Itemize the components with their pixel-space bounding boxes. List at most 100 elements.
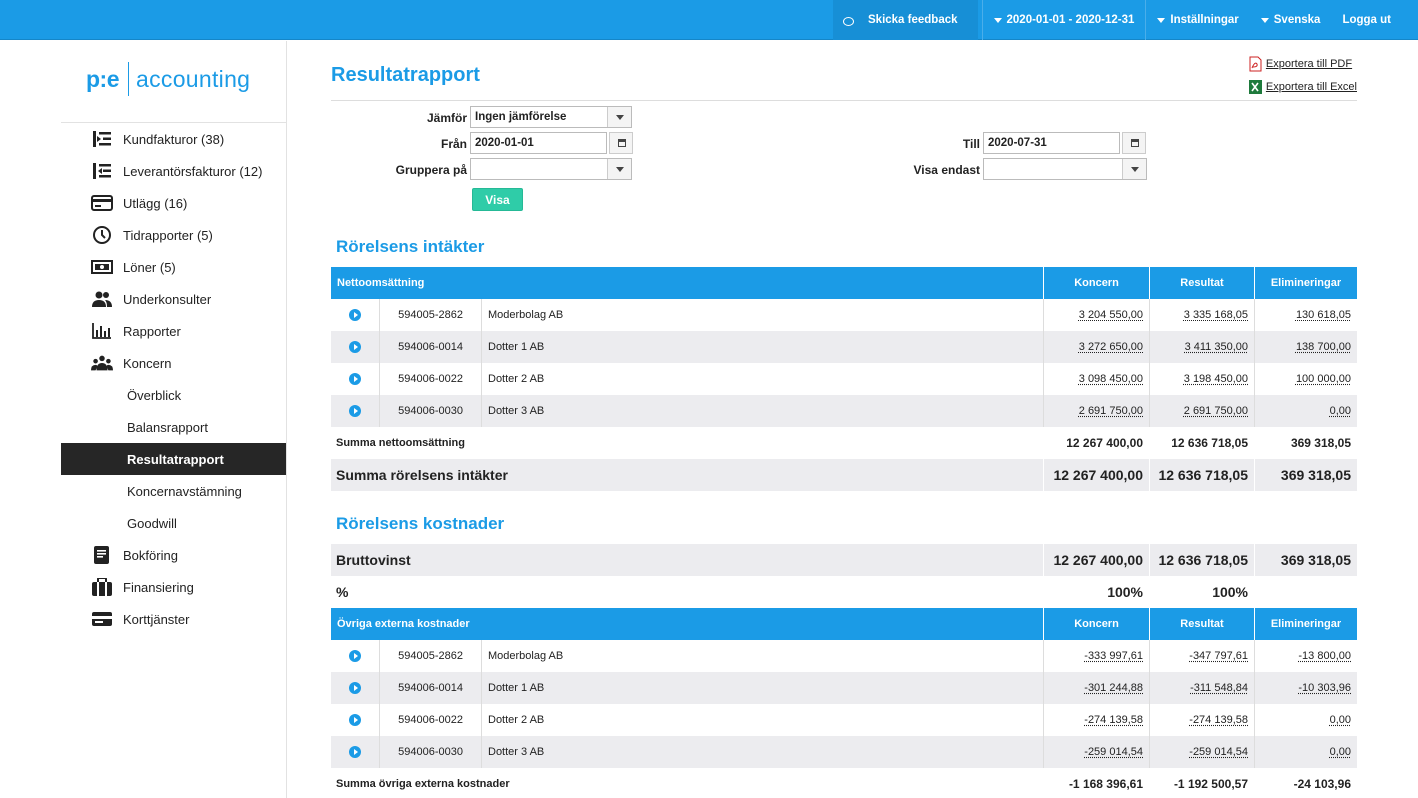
table-header: Nettoomsättning Koncern Resultat Elimine…: [331, 267, 1357, 299]
group-by-select[interactable]: [470, 158, 632, 180]
column-header-resultat: Resultat: [1149, 608, 1254, 640]
sidebar-item-loner[interactable]: Löner (5): [61, 251, 286, 283]
top-nav: Skicka feedback 2020-01-01 - 2020-12-31 …: [833, 0, 1402, 40]
play-circle-icon: [349, 650, 361, 662]
value-elimineringar[interactable]: 0,00: [1254, 736, 1357, 768]
sidebar-subitem-resultatrapport[interactable]: Resultatrapport: [61, 443, 286, 475]
invoice-out-icon: [93, 131, 111, 147]
chevron-down-icon[interactable]: [607, 159, 631, 179]
value-koncern[interactable]: 2 691 750,00: [1043, 395, 1149, 427]
logo[interactable]: p:e accounting: [86, 61, 250, 97]
compare-select-value: Ingen jämförelse: [475, 111, 567, 123]
value-resultat[interactable]: -311 548,84: [1149, 672, 1254, 704]
from-calendar-button[interactable]: [609, 132, 633, 154]
value-koncern[interactable]: 3 098 450,00: [1043, 363, 1149, 395]
sidebar-item-utlagg[interactable]: Utlägg (16): [61, 187, 286, 219]
calendar-icon: [618, 139, 626, 147]
value-resultat[interactable]: -259 014,54: [1149, 736, 1254, 768]
sidebar-subitem-goodwill[interactable]: Goodwill: [61, 507, 286, 539]
value-resultat[interactable]: 3 335 168,05: [1149, 299, 1254, 331]
value-elimineringar[interactable]: 130 618,05: [1254, 299, 1357, 331]
expand-row-button[interactable]: [331, 331, 380, 363]
excel-file-icon: [1248, 79, 1262, 94]
period-dropdown[interactable]: 2020-01-01 - 2020-12-31: [981, 0, 1147, 40]
sidebar-menu: Kundfakturor (38) Leverantörsfakturor (1…: [61, 123, 286, 635]
value-text: 2 691 750,00: [1183, 405, 1248, 417]
expand-row-button[interactable]: [331, 299, 380, 331]
value-koncern[interactable]: -333 997,61: [1043, 640, 1149, 672]
logout-link[interactable]: Logga ut: [1331, 0, 1402, 40]
value-resultat[interactable]: -274 139,58: [1149, 704, 1254, 736]
feedback-button[interactable]: Skicka feedback: [833, 0, 978, 40]
compare-select[interactable]: Ingen jämförelse: [470, 106, 632, 128]
export-pdf-link[interactable]: Exportera till PDF: [1248, 52, 1357, 75]
percent-elimineringar: [1254, 576, 1357, 608]
column-header-elimineringar: Elimineringar: [1254, 608, 1357, 640]
value-koncern[interactable]: -259 014,54: [1043, 736, 1149, 768]
value-koncern[interactable]: -301 244,88: [1043, 672, 1149, 704]
sidebar-item-bokforing[interactable]: Bokföring: [61, 539, 286, 571]
chevron-down-icon[interactable]: [607, 107, 631, 127]
value-koncern[interactable]: 3 272 650,00: [1043, 331, 1149, 363]
export-excel-link[interactable]: Exportera till Excel: [1248, 75, 1357, 98]
value-resultat[interactable]: 3 198 450,00: [1149, 363, 1254, 395]
sidebar-item-koncern[interactable]: Koncern: [61, 347, 286, 379]
chevron-down-icon[interactable]: [1122, 159, 1146, 179]
sidebar-item-kundfakturor[interactable]: Kundfakturor (38): [61, 123, 286, 155]
table-row: 594006-0014 Dotter 1 AB 3 272 650,00 3 4…: [331, 331, 1357, 363]
value-elimineringar[interactable]: 0,00: [1254, 704, 1357, 736]
to-calendar-button[interactable]: [1122, 132, 1146, 154]
card-icon: [91, 195, 113, 211]
value-text: 138 700,00: [1295, 341, 1351, 353]
sidebar-item-leverantorsfakturor[interactable]: Leverantörsfakturor (12): [61, 155, 286, 187]
sum-resultat: 12 636 718,05: [1171, 436, 1248, 450]
show-only-select[interactable]: [983, 158, 1147, 180]
expand-row-button[interactable]: [331, 640, 380, 672]
expand-row-button[interactable]: [331, 363, 380, 395]
total-elimineringar: 369 318,05: [1254, 459, 1357, 491]
org-number: 594006-0014: [380, 672, 482, 704]
value-text: -10 303,96: [1298, 682, 1351, 694]
expand-row-button[interactable]: [331, 736, 380, 768]
caret-down-icon: [1157, 17, 1166, 23]
sidebar-item-tidrapporter[interactable]: Tidrapporter (5): [61, 219, 286, 251]
sidebar-subitem-koncernavstamning[interactable]: Koncernavstämning: [61, 475, 286, 507]
sidebar-item-label: Löner (5): [123, 259, 176, 275]
show-button[interactable]: Visa: [472, 188, 523, 211]
expand-row-button[interactable]: [331, 395, 380, 427]
sidebar-item-label: Rapporter: [123, 323, 181, 339]
table-header-name: Övriga externa kostnader: [337, 618, 470, 630]
value-elimineringar[interactable]: 100 000,00: [1254, 363, 1357, 395]
to-date-input[interactable]: 2020-07-31: [983, 132, 1120, 154]
caret-down-icon: [1260, 17, 1269, 23]
sidebar-item-label: Korttjänster: [123, 611, 190, 627]
income-section-title: Rörelsens intäkter: [336, 237, 485, 256]
value-resultat[interactable]: -347 797,61: [1149, 640, 1254, 672]
value-elimineringar[interactable]: -13 800,00: [1254, 640, 1357, 672]
value-resultat[interactable]: 2 691 750,00: [1149, 395, 1254, 427]
sum-koncern: 12 267 400,00: [1066, 436, 1143, 450]
value-elimineringar[interactable]: -10 303,96: [1254, 672, 1357, 704]
sidebar-item-rapporter[interactable]: Rapporter: [61, 315, 286, 347]
value-elimineringar[interactable]: 138 700,00: [1254, 331, 1357, 363]
value-koncern[interactable]: 3 204 550,00: [1043, 299, 1149, 331]
value-koncern[interactable]: -274 139,58: [1043, 704, 1149, 736]
value-text: 0,00: [1329, 405, 1351, 417]
value-elimineringar[interactable]: 0,00: [1254, 395, 1357, 427]
sidebar-item-underkonsulter[interactable]: Underkonsulter: [61, 283, 286, 315]
sidebar-item-korttjanster[interactable]: Korttjänster: [61, 603, 286, 635]
sidebar-item-finansiering[interactable]: Finansiering: [61, 571, 286, 603]
company-name: Moderbolag AB: [488, 650, 564, 662]
expand-row-button[interactable]: [331, 704, 380, 736]
value-text: -301 244,88: [1084, 682, 1143, 694]
expand-row-button[interactable]: [331, 672, 380, 704]
language-dropdown[interactable]: Svenska: [1250, 0, 1332, 40]
column-header-koncern: Koncern: [1043, 608, 1149, 640]
from-date-input[interactable]: 2020-01-01: [470, 132, 607, 154]
clock-icon: [93, 226, 111, 244]
sidebar-subitem-overblick[interactable]: Överblick: [61, 379, 286, 411]
export-links: Exportera till PDF Exportera till Excel: [1248, 52, 1357, 98]
value-resultat[interactable]: 3 411 350,00: [1149, 331, 1254, 363]
sidebar-subitem-balansrapport[interactable]: Balansrapport: [61, 411, 286, 443]
settings-dropdown[interactable]: Inställningar: [1146, 0, 1249, 40]
